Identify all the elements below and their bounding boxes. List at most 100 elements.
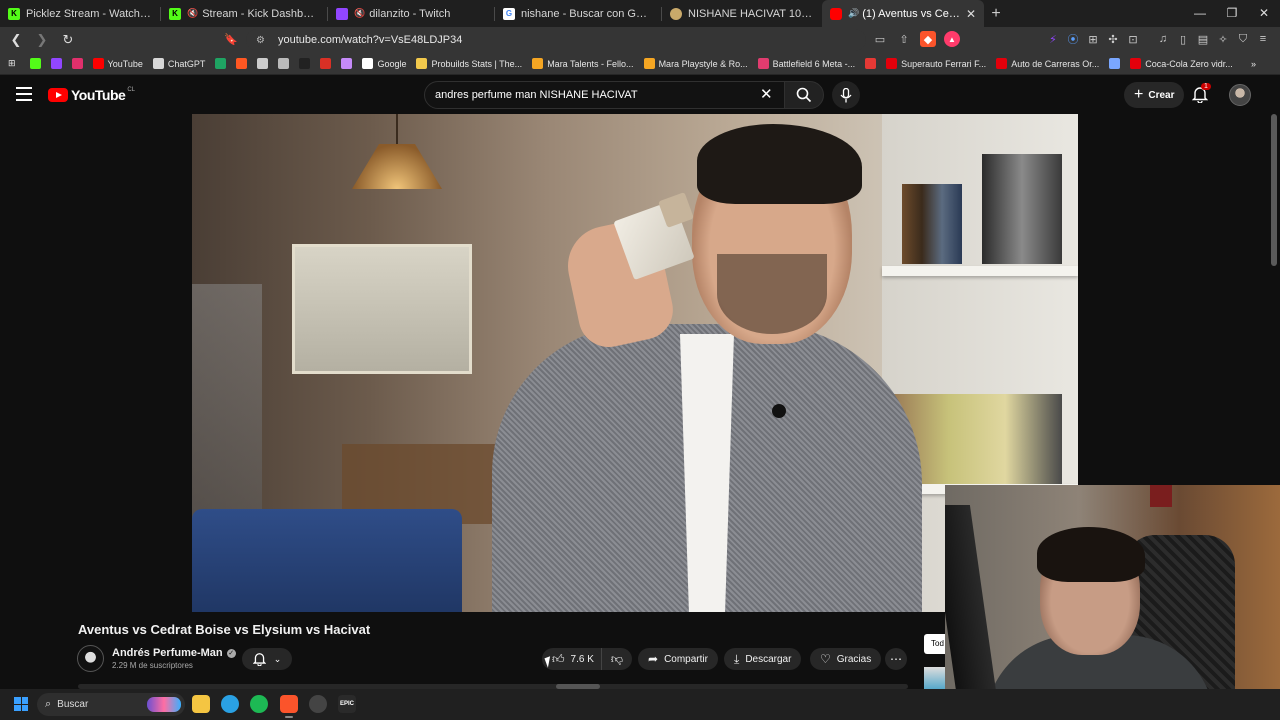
bookmark-item[interactable] bbox=[236, 58, 251, 69]
notifications-button[interactable]: 1 bbox=[1191, 83, 1211, 108]
wallet-icon[interactable]: ▤ bbox=[1196, 31, 1210, 47]
voice-search-button[interactable] bbox=[832, 81, 860, 109]
close-tab-icon[interactable]: ✕ bbox=[966, 7, 976, 21]
browser-tab[interactable]: G nishane - Buscar con Google bbox=[495, 0, 661, 27]
subscription-bell-button[interactable]: ⌄ bbox=[242, 648, 292, 670]
new-tab-button[interactable]: + bbox=[984, 5, 1008, 23]
search-input[interactable]: andres perfume man NISHANE HACIVAT bbox=[424, 81, 788, 109]
extension-icon[interactable]: ⦿ bbox=[1066, 31, 1080, 47]
muted-speaker-icon[interactable]: 🔇 bbox=[354, 8, 365, 19]
chatgpt-icon bbox=[152, 58, 164, 69]
bookmark-label: Auto de Carreras Or... bbox=[1011, 58, 1100, 69]
browser-tab[interactable]: 🔇 dilanzito - Twitch bbox=[328, 0, 494, 27]
bookmark-item[interactable] bbox=[29, 58, 45, 69]
taskbar-search[interactable]: ⌕ Buscar bbox=[37, 693, 185, 716]
minimize-icon[interactable]: — bbox=[1184, 0, 1216, 27]
url-field[interactable]: ⚙ youtube.com/watch?v=VsE48LDJP34 bbox=[246, 29, 866, 51]
thumbs-up-icon: 👍︎ bbox=[552, 651, 565, 666]
bookmark-item[interactable] bbox=[71, 58, 87, 69]
muted-speaker-icon[interactable]: 🔇 bbox=[187, 8, 198, 19]
epic-games-icon[interactable]: EPIC bbox=[338, 695, 356, 713]
page-scrollbar[interactable] bbox=[1271, 114, 1277, 266]
create-button[interactable]: + Crear bbox=[1124, 82, 1185, 108]
speaker-icon[interactable]: 🔊 bbox=[848, 8, 859, 19]
clear-search-icon[interactable]: ✕ bbox=[760, 85, 773, 103]
account-avatar[interactable] bbox=[1229, 84, 1251, 106]
brave-icon[interactable] bbox=[280, 695, 298, 718]
tab-title: nishane - Buscar con Google bbox=[521, 7, 653, 20]
extension-icon[interactable]: ⚡ bbox=[1046, 31, 1060, 47]
recommended-thumbnail[interactable] bbox=[924, 667, 946, 691]
windows-start-icon[interactable] bbox=[14, 697, 28, 711]
restore-icon[interactable]: ❐ bbox=[1216, 0, 1248, 27]
media-icon[interactable]: ♫ bbox=[1156, 31, 1170, 47]
app3-icon bbox=[278, 58, 290, 69]
browser-tab-active[interactable]: 🔊 (1) Aventus vs Cedrat Boise vs ✕ bbox=[822, 0, 984, 27]
browser-tab[interactable]: K Picklez Stream - Watch Live on Kick bbox=[0, 0, 160, 27]
edge-icon[interactable] bbox=[221, 695, 239, 713]
bookmark-item[interactable]: ChatGPT bbox=[152, 58, 205, 69]
tab-title: Picklez Stream - Watch Live on Kick bbox=[26, 7, 152, 20]
search-button[interactable] bbox=[784, 81, 824, 109]
channel-avatar[interactable] bbox=[77, 645, 104, 672]
extensions-puzzle-icon[interactable]: ✣ bbox=[1106, 31, 1120, 47]
browser-tab[interactable]: K 🔇 Stream - Kick Dashboard bbox=[161, 0, 327, 27]
download-button[interactable]: ⤓ Descargar bbox=[724, 648, 802, 670]
thanks-button[interactable]: ♡ Gracias bbox=[810, 648, 882, 670]
bookmark-item[interactable] bbox=[320, 58, 335, 69]
bookmark-label: Mara Playstyle & Ro... bbox=[658, 58, 748, 69]
more-actions-button[interactable]: ⋯ bbox=[885, 648, 907, 670]
bookmark-item[interactable] bbox=[1109, 58, 1124, 69]
taskbar-search-placeholder: Buscar bbox=[57, 699, 89, 710]
hamburger-menu-icon[interactable] bbox=[16, 87, 32, 105]
bookmark-item[interactable] bbox=[50, 58, 66, 69]
cast-icon[interactable]: ▭ bbox=[872, 31, 888, 47]
vpn-icon[interactable]: ⛉ bbox=[1236, 31, 1250, 47]
site-info-icon[interactable]: ⚙ bbox=[256, 35, 268, 46]
bookmark-icon[interactable]: 🔖 bbox=[224, 33, 238, 46]
file-explorer-icon[interactable] bbox=[192, 695, 210, 713]
sidebar-icon[interactable]: ▯ bbox=[1176, 31, 1190, 47]
bookmark-item[interactable]: Google bbox=[362, 58, 406, 69]
browser-tab[interactable]: NISHANE HACIVAT 100 ML bbox=[662, 0, 822, 27]
bookmark-item[interactable]: Superauto Ferrari F... bbox=[886, 58, 986, 69]
youtube-logo[interactable]: YouTube CL bbox=[48, 87, 135, 103]
reload-icon[interactable]: ↻ bbox=[58, 32, 78, 48]
share-button[interactable]: ➦ Compartir bbox=[638, 648, 718, 670]
bookmark-item[interactable] bbox=[865, 58, 880, 69]
menu-icon[interactable]: ≡ bbox=[1256, 31, 1270, 47]
bookmark-item[interactable]: Probuilds Stats | The... bbox=[416, 58, 522, 69]
dislike-button[interactable]: 👎︎ bbox=[602, 652, 632, 667]
bookmark-item[interactable]: YouTube bbox=[92, 58, 143, 69]
extension-icon[interactable]: ⊞ bbox=[1086, 31, 1100, 47]
screenshot-icon[interactable]: ⊡ bbox=[1126, 31, 1140, 47]
obs-icon[interactable] bbox=[309, 695, 327, 713]
forward-icon[interactable]: ❯ bbox=[32, 32, 52, 48]
back-icon[interactable]: ❮ bbox=[6, 32, 26, 48]
apps-grid-icon[interactable]: ⊞ bbox=[8, 58, 16, 69]
more-icon: ⋯ bbox=[890, 652, 902, 666]
bookmark-label: Coca-Cola Zero vidr... bbox=[1145, 58, 1233, 69]
share-icon[interactable]: ⇧ bbox=[896, 31, 912, 47]
bookmark-item[interactable] bbox=[278, 58, 293, 69]
bookmark-item[interactable]: Mara Playstyle & Ro... bbox=[643, 58, 748, 69]
bookmark-item[interactable] bbox=[341, 58, 356, 69]
brave-rewards-icon[interactable]: ▲ bbox=[944, 31, 960, 47]
app4-icon bbox=[341, 58, 353, 69]
bookmark-item[interactable]: Auto de Carreras Or... bbox=[996, 58, 1099, 69]
bookmark-item[interactable]: Coca-Cola Zero vidr... bbox=[1130, 58, 1233, 69]
spotify-icon[interactable] bbox=[250, 695, 268, 713]
channel-name-row[interactable]: Andrés Perfume-Man ✓ bbox=[112, 647, 236, 659]
bookmark-item[interactable] bbox=[257, 58, 272, 69]
bookmark-item[interactable]: Mara Talents - Fello... bbox=[532, 58, 634, 69]
more-bookmarks-icon[interactable]: » bbox=[1251, 59, 1256, 69]
bookmark-item[interactable]: Battlefield 6 Meta -... bbox=[757, 58, 855, 69]
twitch-icon bbox=[50, 58, 62, 69]
download-icon: ⤓ bbox=[734, 651, 740, 666]
leo-ai-icon[interactable]: ✧ bbox=[1216, 31, 1230, 47]
close-window-icon[interactable]: ✕ bbox=[1248, 0, 1280, 27]
bookmark-item[interactable] bbox=[215, 58, 230, 69]
brave-shields-icon[interactable]: ◆ bbox=[920, 31, 936, 47]
bookmark-item[interactable] bbox=[299, 58, 314, 69]
window-controls: — ❐ ✕ bbox=[1184, 0, 1280, 27]
